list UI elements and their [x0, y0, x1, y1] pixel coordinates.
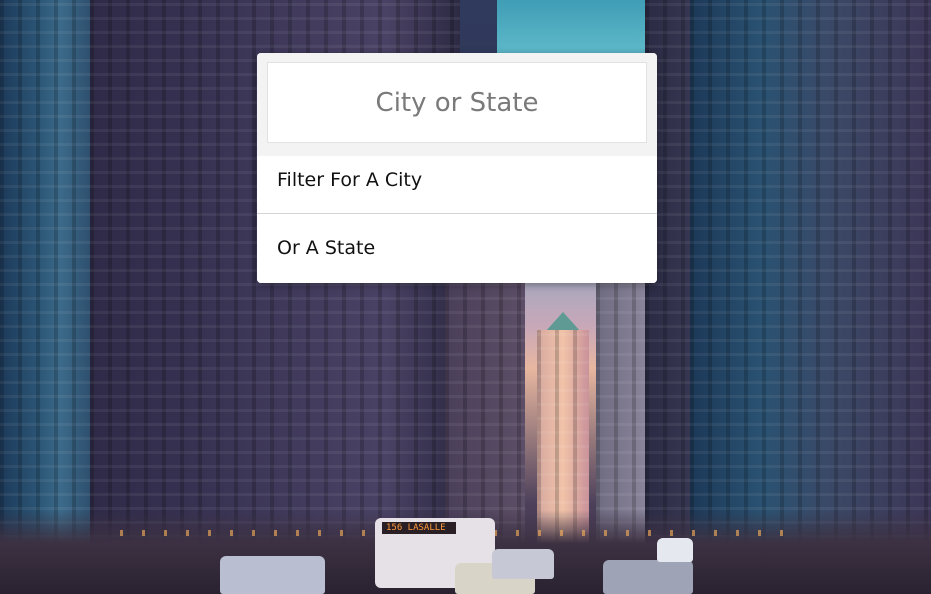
- truck: [657, 538, 693, 562]
- building-right-far: [690, 0, 931, 594]
- car: [603, 560, 693, 594]
- car: [220, 556, 325, 594]
- tower-roof: [545, 312, 581, 332]
- suggestion-filter-city[interactable]: Filter For A City: [257, 156, 657, 214]
- search-input-container: [257, 53, 657, 156]
- city-background: 156 LASALLE Filter For A City Or A State: [0, 0, 931, 594]
- search-input[interactable]: [267, 62, 647, 143]
- bus-destination-sign: 156 LASALLE: [382, 522, 456, 534]
- search-dropdown: Filter For A City Or A State: [257, 53, 657, 283]
- car: [492, 549, 554, 579]
- suggestion-filter-state[interactable]: Or A State: [257, 214, 657, 283]
- building-windows: [690, 0, 931, 594]
